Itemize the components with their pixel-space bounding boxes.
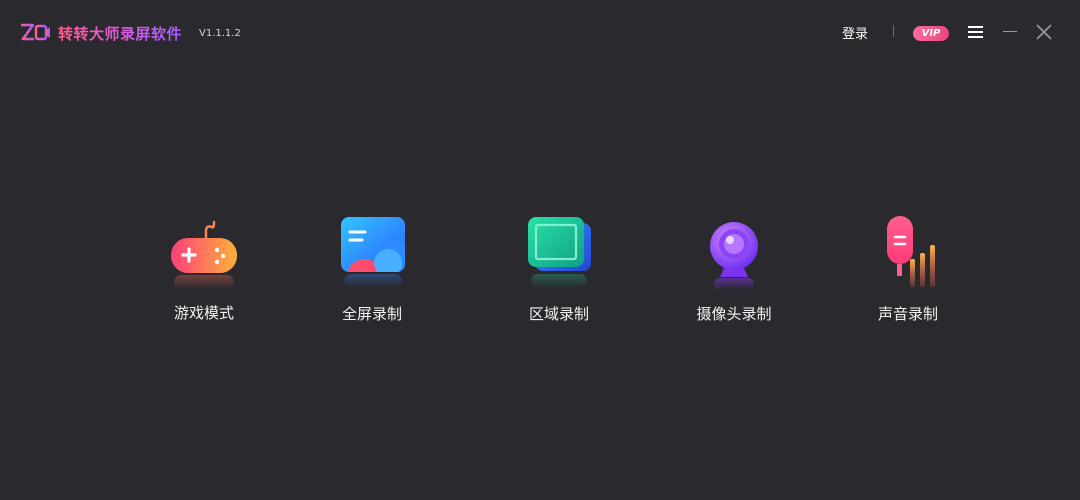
mode-label: 游戏模式 xyxy=(173,304,234,322)
mode-game-button[interactable]: 游戏模式 xyxy=(139,205,269,335)
mode-audio-button[interactable]: 声音录制 xyxy=(843,205,973,335)
login-button[interactable]: 登录 xyxy=(842,23,868,42)
version-label: V1.1.1.2 xyxy=(199,28,241,39)
app-title: 转转大师录屏软件 xyxy=(58,25,183,43)
mode-camera-button[interactable]: 摄像头录制 xyxy=(669,205,799,335)
title-bar: 转转大师录屏软件 V1.1.1.2 登录 VIP xyxy=(0,0,1080,64)
vip-badge-button[interactable]: VIP xyxy=(913,26,949,41)
microphone-icon xyxy=(887,216,935,287)
region-icon xyxy=(528,217,591,288)
mode-label: 声音录制 xyxy=(877,305,938,323)
mode-fullscreen-button[interactable]: 全屏录制 xyxy=(307,205,437,335)
mode-label: 区域录制 xyxy=(528,305,589,323)
menu-icon[interactable] xyxy=(968,25,984,39)
fullscreen-icon xyxy=(341,217,405,288)
webcam-icon xyxy=(710,222,758,290)
header-divider xyxy=(893,25,894,37)
close-icon[interactable] xyxy=(1035,23,1053,41)
app-logo-icon xyxy=(21,23,50,41)
mode-region-button[interactable]: 区域录制 xyxy=(494,205,624,335)
minimize-icon[interactable] xyxy=(1002,23,1018,39)
mode-label: 摄像头录制 xyxy=(696,305,772,323)
gamepad-icon xyxy=(171,220,237,289)
mode-label: 全屏录制 xyxy=(341,305,402,323)
